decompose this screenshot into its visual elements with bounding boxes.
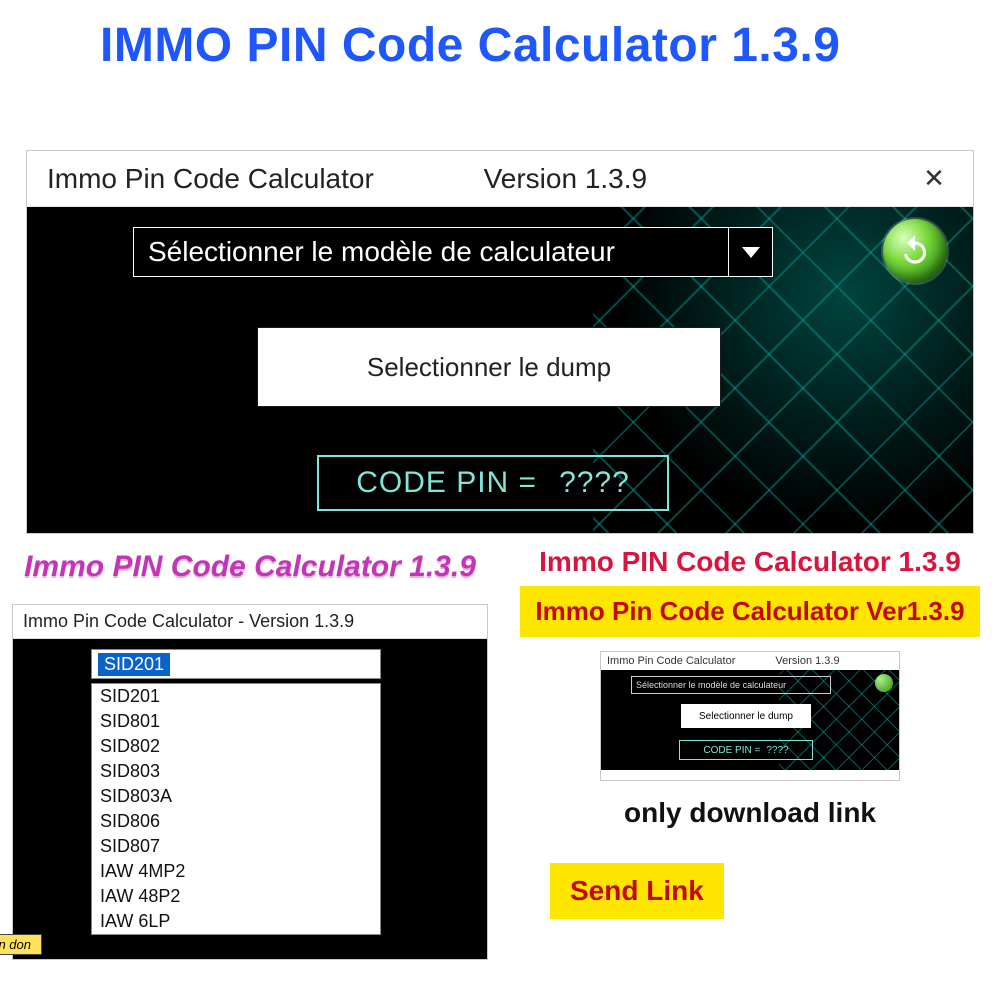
list-item[interactable]: SID807	[92, 834, 380, 859]
thumb-pin-output: CODE PIN = ????	[679, 740, 813, 760]
close-button[interactable]: ✕	[911, 156, 957, 202]
model-options-list[interactable]: SID201 SID801 SID802 SID803 SID803A SID8…	[91, 683, 381, 935]
pin-output: CODE PIN = ????	[317, 455, 669, 511]
bottom-left-panel: Immo PIN Code Calculator 1.3.9 Immo Pin …	[0, 540, 500, 1000]
thumb-titlebar: Immo Pin Code Calculator Version 1.3.9	[601, 652, 899, 670]
list-item[interactable]: SID803A	[92, 784, 380, 809]
chevron-down-icon	[728, 228, 772, 276]
list-item[interactable]: IAW 4MP2	[92, 859, 380, 884]
thumb-pin-label: CODE PIN =	[703, 745, 760, 756]
list-item[interactable]: SID201	[92, 684, 380, 709]
thumb-body: Sélectionner le modèle de calculateur Se…	[601, 670, 899, 770]
download-note: only download link	[500, 797, 1000, 829]
bl-heading: Immo PIN Code Calculator 1.3.9	[0, 550, 500, 584]
bl-titlebar: Immo Pin Code Calculator - Version 1.3.9	[13, 605, 487, 639]
select-dump-label: Selectionner le dump	[367, 352, 611, 383]
thumb-title-version: Version 1.3.9	[775, 655, 839, 667]
model-select[interactable]: Sélectionner le modèle de calculateur	[133, 227, 773, 277]
send-link-button[interactable]: Send Link	[550, 863, 724, 919]
thumb-pin-value: ????	[766, 745, 788, 756]
close-icon: ✕	[923, 163, 945, 194]
thumb-model-select: Sélectionner le modèle de calculateur	[631, 676, 831, 694]
bl-window: Immo Pin Code Calculator - Version 1.3.9…	[12, 604, 488, 960]
window-title-version: Version 1.3.9	[484, 163, 647, 195]
pin-value: ????	[559, 466, 630, 500]
bl-body: SID201 SID201 SID801 SID802 SID803 SID80…	[13, 639, 487, 959]
window-titlebar: Immo Pin Code Calculator Version 1.3.9 ✕	[27, 151, 973, 207]
list-item[interactable]: SID802	[92, 734, 380, 759]
thumb-dump-button: Selectionner le dump	[681, 704, 811, 728]
br-heading: Immo PIN Code Calculator 1.3.9	[500, 546, 1000, 578]
page-title: IMMO PIN Code Calculator 1.3.9	[100, 18, 840, 73]
bottom-right-panel: Immo PIN Code Calculator 1.3.9 Immo Pin …	[500, 540, 1000, 1000]
version-banner: Immo Pin Code Calculator Ver1.3.9	[520, 586, 980, 637]
window-title-left: Immo Pin Code Calculator	[47, 163, 374, 195]
list-item[interactable]: SID806	[92, 809, 380, 834]
model-select-value: SID201	[98, 653, 170, 676]
main-app-window: Immo Pin Code Calculator Version 1.3.9 ✕…	[26, 150, 974, 534]
pin-label: CODE PIN =	[356, 466, 537, 500]
refresh-icon	[896, 232, 934, 270]
select-dump-button[interactable]: Selectionner le dump	[257, 327, 721, 407]
list-item[interactable]: IAW 48P2	[92, 884, 380, 909]
donate-button[interactable]: Faire un don	[0, 934, 42, 955]
list-item[interactable]: IAW 6LP	[92, 909, 380, 934]
refresh-button[interactable]	[883, 219, 947, 283]
thumb-title-left: Immo Pin Code Calculator	[607, 655, 735, 667]
thumb-refresh-icon	[875, 674, 893, 692]
app-thumbnail: Immo Pin Code Calculator Version 1.3.9 S…	[600, 651, 900, 781]
list-item[interactable]: SID801	[92, 709, 380, 734]
app-body: Sélectionner le modèle de calculateur Se…	[27, 207, 973, 533]
model-select-small[interactable]: SID201	[91, 649, 381, 679]
model-select-label: Sélectionner le modèle de calculateur	[148, 236, 615, 268]
list-item[interactable]: SID803	[92, 759, 380, 784]
